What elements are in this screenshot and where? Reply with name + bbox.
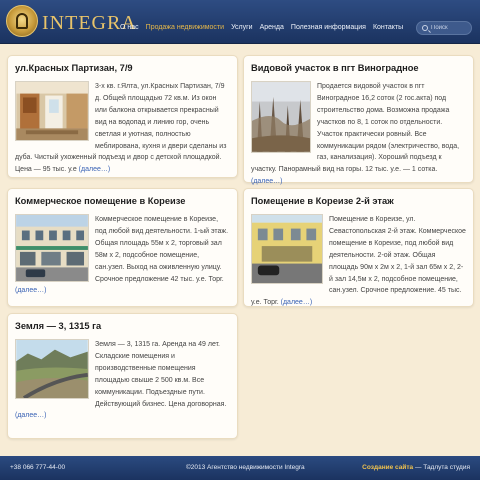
- listing-photo[interactable]: [251, 214, 323, 284]
- footer-copyright: ©2013 Агентство недвижимости Integra: [186, 464, 305, 471]
- listing-body: Продается видовой участок в пгт Виноград…: [251, 81, 466, 188]
- listing-text: Коммерческое помещение в Кореизе, под лю…: [95, 216, 229, 283]
- listing-card-5: Земля — 3, 1315 га Земля — 3, 1315 га. А…: [7, 313, 238, 439]
- search-box[interactable]: [416, 21, 472, 35]
- listing-card-3: Коммерческое помещение в Кореизе Коммерч…: [7, 188, 238, 307]
- nav-item-contacts[interactable]: Контакты: [373, 24, 403, 31]
- footer-phone[interactable]: +38 066 777-44-00: [10, 464, 65, 471]
- search-input[interactable]: [431, 23, 469, 33]
- listing-title[interactable]: Коммерческое помещение в Кореизе: [15, 196, 185, 206]
- shield-logo-icon[interactable]: [6, 5, 38, 37]
- listing-photo[interactable]: [15, 81, 89, 141]
- listing-photo[interactable]: [251, 81, 311, 153]
- listing-title[interactable]: Видовой участок в пгт Виноградное: [251, 63, 419, 73]
- read-more-link[interactable]: (далее…): [15, 412, 47, 419]
- read-more-link[interactable]: (далее…): [281, 299, 313, 306]
- listing-title[interactable]: ул.Красных Партизан, 7/9: [15, 63, 133, 73]
- nav-item-about[interactable]: О нас: [120, 24, 139, 31]
- listing-title[interactable]: Помещение в Кореизе 2-й этаж: [251, 196, 394, 206]
- listing-card-2: Видовой участок в пгт Виноградное Продае…: [243, 55, 474, 185]
- listing-title[interactable]: Земля — 3, 1315 га: [15, 321, 101, 331]
- nav-item-rent[interactable]: Аренда: [260, 24, 284, 31]
- site-creation-link[interactable]: Создание сайта: [362, 464, 413, 471]
- credit-author: — Тадлута студия: [413, 464, 470, 471]
- main-nav: О нас Продажа недвижимости Услуги Аренда…: [120, 24, 403, 31]
- nav-item-sales[interactable]: Продажа недвижимости: [146, 24, 224, 31]
- site-header: INTEGRA О нас Продажа недвижимости Услуг…: [0, 0, 480, 44]
- footer-credit: Создание сайта — Тадлута студия: [362, 464, 470, 471]
- read-more-link[interactable]: (далее…): [15, 287, 47, 294]
- listing-body: Коммерческое помещение в Кореизе, под лю…: [15, 214, 230, 297]
- listing-photo[interactable]: [15, 214, 89, 282]
- listing-card-4: Помещение в Кореизе 2-й этаж Помещение в…: [243, 188, 474, 307]
- read-more-link[interactable]: (далее…): [251, 178, 283, 185]
- listing-card-1: ул.Красных Партизан, 7/9 3-х кв. г.Ялта,…: [7, 55, 238, 178]
- site-footer: +38 066 777-44-00 ©2013 Агентство недвиж…: [0, 456, 480, 480]
- read-more-link[interactable]: (далее…): [79, 166, 111, 173]
- nav-item-info[interactable]: Полезная информация: [291, 24, 366, 31]
- listing-photo[interactable]: [15, 339, 89, 399]
- listing-text: Земля — 3, 1315 га. Аренда на 49 лет. Ск…: [95, 341, 227, 408]
- search-icon: [422, 25, 428, 31]
- nav-item-services[interactable]: Услуги: [231, 24, 253, 31]
- listing-body: Земля — 3, 1315 га. Аренда на 49 лет. Ск…: [15, 339, 230, 422]
- listing-body: Помещение в Кореизе, ул. Севастопольская…: [251, 214, 466, 309]
- listing-body: 3-х кв. г.Ялта, ул.Красных Партизан, 7/9…: [15, 81, 230, 176]
